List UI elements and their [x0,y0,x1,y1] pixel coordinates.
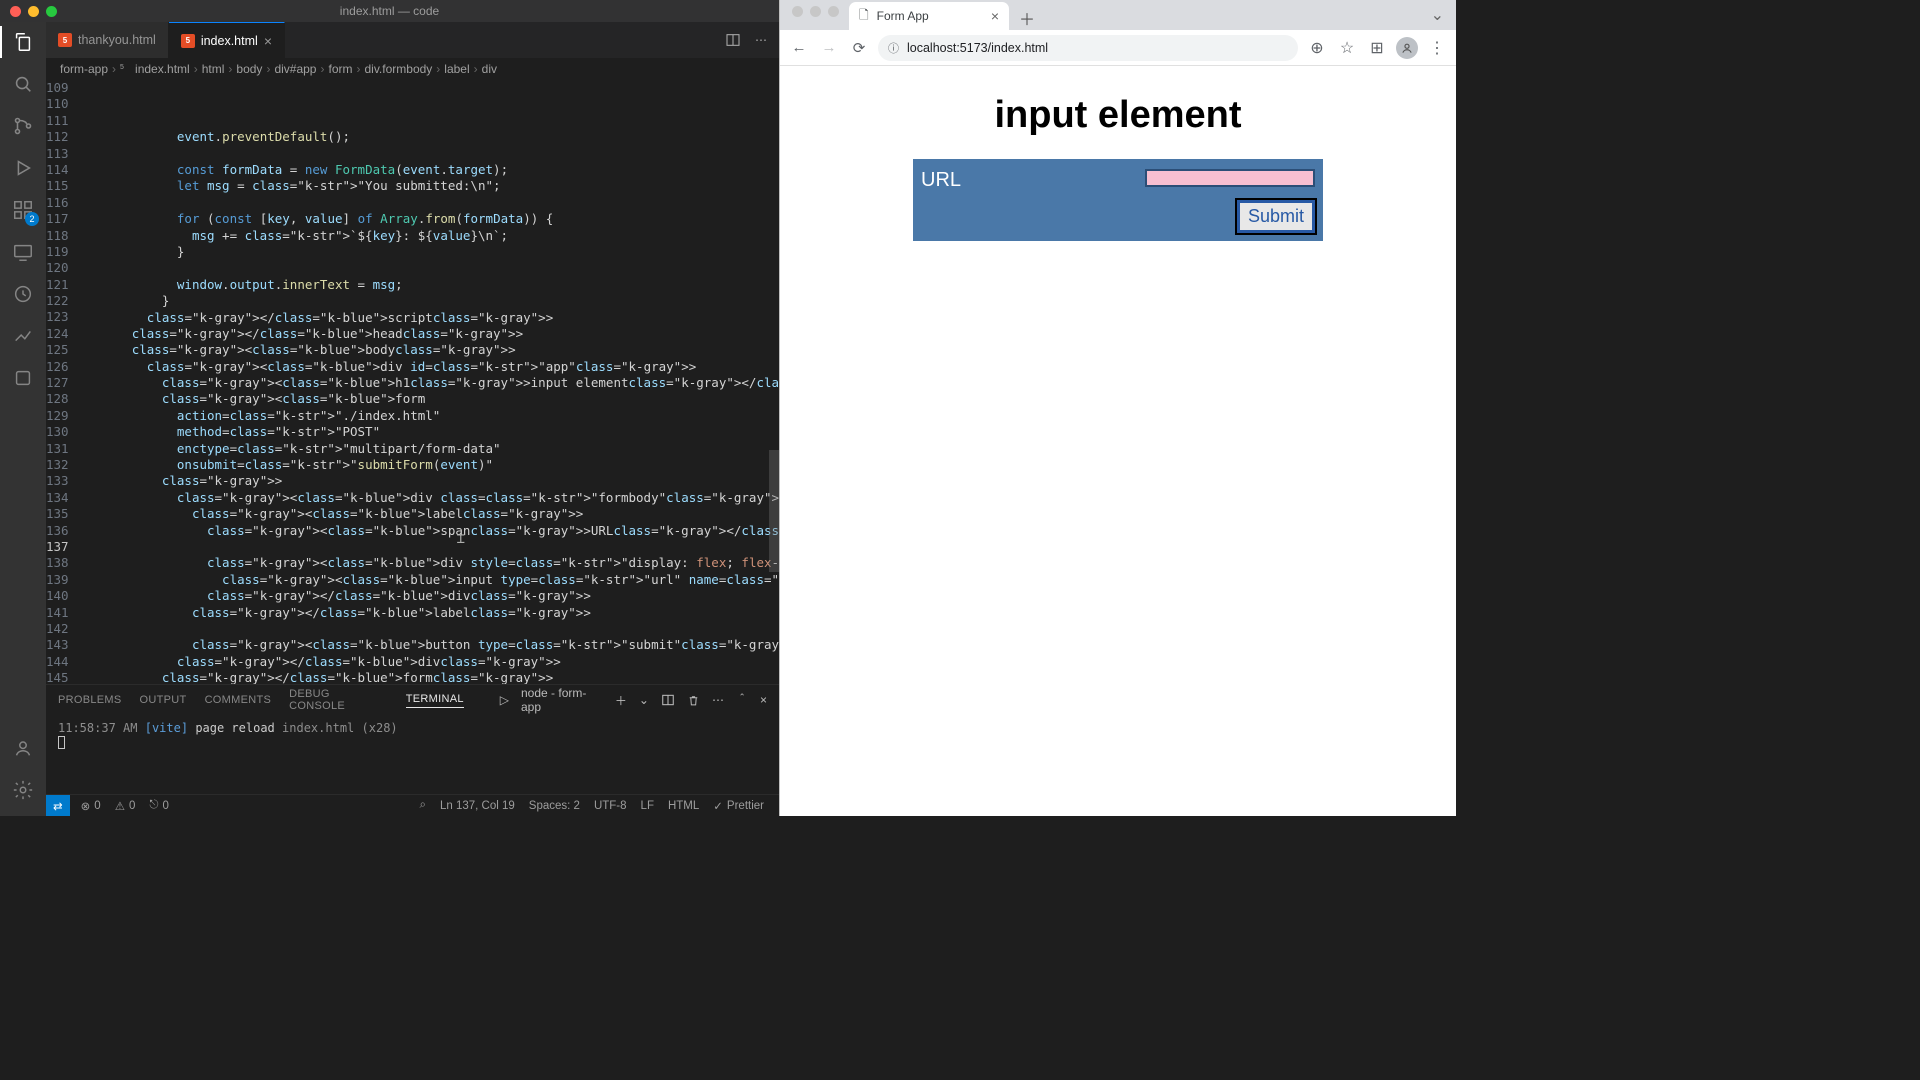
split-terminal-icon[interactable] [661,693,675,707]
settings-gear-icon[interactable] [11,778,35,802]
extensions-icon[interactable]: ⊞ [1366,38,1388,58]
status-encoding[interactable]: UTF-8 [587,800,634,812]
code-editor[interactable]: 1091101111121131141151161171181191201211… [46,80,779,684]
new-terminal-icon[interactable]: ＋ [615,692,627,709]
tab-index[interactable]: 5 index.html × [169,22,285,58]
line-numbers: 1091101111121131141151161171181191201211… [46,80,87,684]
html-file-icon: 5 [58,33,72,47]
scrollbar-thumb[interactable] [769,450,779,572]
panel-more-icon[interactable]: ⋯ [712,693,724,707]
maximize-window-button[interactable] [828,6,839,17]
editor-tabs: 5 thankyou.html 5 index.html × ⋯ [46,22,779,58]
url-input[interactable] [1145,169,1315,187]
run-debug-icon[interactable] [11,156,35,180]
form-card: URL Submit [913,159,1323,241]
activity-bar: 2 [0,22,46,816]
profile-avatar[interactable] [1396,37,1418,59]
remote-indicator[interactable]: ⇄ [46,795,70,816]
url-label: URL [921,169,1135,192]
close-tab-icon[interactable]: × [264,33,272,49]
status-eol[interactable]: LF [634,800,661,812]
close-window-button[interactable] [792,6,803,17]
graph-icon[interactable] [11,324,35,348]
kill-terminal-icon[interactable] [687,694,700,707]
vscode-titlebar: index.html — code [0,0,779,22]
status-lang[interactable]: HTML [661,800,706,812]
status-errors[interactable]: ⊗ 0 [74,799,108,813]
status-cursor[interactable]: Ln 137, Col 19 [433,800,522,812]
forward-button[interactable]: → [818,39,840,56]
terminal-task-icon[interactable]: ▷ [500,693,509,707]
explorer-icon[interactable] [11,30,35,54]
browser-tab-title: Form App [877,9,929,23]
close-tab-icon[interactable]: × [991,8,999,24]
browser-tab[interactable]: 🗋 Form App × [849,2,1009,30]
remote-explorer-icon[interactable] [11,240,35,264]
ext-icon[interactable] [11,366,35,390]
code-content[interactable]: ⌶ event.preventDefault(); const formData… [87,80,779,684]
panel-tab-terminal[interactable]: TERMINAL [406,693,464,708]
status-bar: ⇄ ⊗ 0 ⚠ 0 ⎋ 0 ⌕ Ln 137, Col 19 Spaces: 2… [46,794,779,816]
minimize-window-button[interactable] [28,6,39,17]
status-spaces[interactable]: Spaces: 2 [522,800,587,812]
browser-toolbar: ← → ⟳ ⓘ localhost:5173/index.html ⊕ ☆ ⊞ … [780,30,1456,66]
submit-button[interactable]: Submit [1237,200,1315,233]
new-tab-button[interactable]: ＋ [1015,6,1039,30]
tab-overflow-icon[interactable]: ⌄ [1431,5,1456,25]
terminal-output[interactable]: 11:58:37 AM [vite] page reload index.htm… [46,715,779,794]
panel-tab-output[interactable]: OUTPUT [140,694,187,706]
search-icon[interactable] [11,72,35,96]
vscode-window: index.html — code 2 [0,0,779,816]
status-ports[interactable]: ⎋ 0 [142,799,176,812]
breadcrumb[interactable]: form-app› 5index.html› html› body› div#a… [46,58,779,80]
maximize-window-button[interactable] [46,6,57,17]
more-actions-icon[interactable]: ⋯ [755,33,767,47]
address-bar[interactable]: ⓘ localhost:5173/index.html [878,35,1298,61]
maximize-panel-icon[interactable]: ＾ [736,692,748,709]
browser-window: 🗋 Form App × ＋ ⌄ ← → ⟳ ⓘ localhost:5173/… [779,0,1456,816]
page-heading: input element [994,94,1241,137]
bookmark-icon[interactable]: ☆ [1336,38,1358,58]
status-find-icon[interactable]: ⌕ [413,799,433,812]
zoom-icon[interactable]: ⊕ [1306,38,1328,58]
html-file-icon: 5 [181,34,195,48]
terminal-cursor [58,736,65,749]
terminal-dropdown-icon[interactable]: ⌄ [639,693,649,707]
url-text: localhost:5173/index.html [907,41,1048,55]
site-info-icon[interactable]: ⓘ [888,40,899,56]
status-formatter[interactable]: ✓ Prettier [706,799,771,813]
tab-label: thankyou.html [78,33,156,47]
panel-tab-debug[interactable]: DEBUG CONSOLE [289,688,388,712]
timeline-icon[interactable] [11,282,35,306]
menu-icon[interactable]: ⋮ [1426,38,1448,58]
panel-tab-problems[interactable]: PROBLEMS [58,694,122,706]
terminal-task-label[interactable]: node - form-app [521,686,603,714]
extensions-icon[interactable]: 2 [11,198,35,222]
minimize-window-button[interactable] [810,6,821,17]
panel-tab-comments[interactable]: COMMENTS [205,694,272,706]
close-panel-icon[interactable]: × [760,693,767,707]
extensions-badge: 2 [25,212,39,226]
window-title: index.html — code [340,4,439,18]
accounts-icon[interactable] [11,736,35,760]
close-window-button[interactable] [10,6,21,17]
source-control-icon[interactable] [11,114,35,138]
status-warnings[interactable]: ⚠ 0 [108,799,143,813]
browser-tabstrip: 🗋 Form App × ＋ ⌄ [780,0,1456,30]
split-editor-icon[interactable] [725,32,741,48]
tab-favicon-icon: 🗋 [859,6,869,27]
reload-button[interactable]: ⟳ [848,39,870,57]
tab-label: index.html [201,34,258,48]
page-viewport: input element URL Submit [780,66,1456,816]
bottom-panel: PROBLEMS OUTPUT COMMENTS DEBUG CONSOLE T… [46,684,779,794]
tab-thankyou[interactable]: 5 thankyou.html [46,22,169,58]
back-button[interactable]: ← [788,39,810,56]
